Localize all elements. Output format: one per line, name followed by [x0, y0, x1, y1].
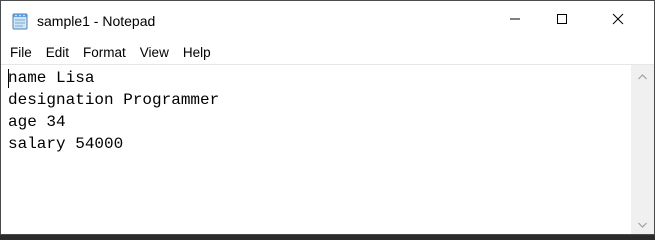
editor-line: age 34 [8, 113, 66, 131]
menu-file[interactable]: File [4, 42, 38, 64]
menu-bar: File Edit Format View Help [1, 41, 654, 64]
menu-help[interactable]: Help [177, 42, 217, 64]
editor-line: designation Programmer [8, 91, 220, 109]
menu-format[interactable]: Format [77, 42, 132, 64]
maximize-icon [556, 12, 568, 30]
editor-line: salary 54000 [8, 135, 124, 153]
text-caret [8, 69, 9, 88]
text-editor[interactable]: name Lisa designation Programmer age 34 … [1, 64, 631, 234]
scroll-up-button[interactable] [631, 67, 654, 84]
editor-line: name Lisa [8, 69, 95, 87]
notepad-window: sample1 - Notepad File Edit Format View … [0, 0, 655, 235]
vertical-scrollbar[interactable] [631, 64, 654, 234]
close-button[interactable] [595, 1, 641, 41]
menu-edit[interactable]: Edit [40, 42, 75, 64]
maximize-button[interactable] [539, 1, 585, 41]
chevron-down-icon [638, 215, 647, 233]
notepad-icon [11, 12, 29, 30]
chevron-up-icon [638, 67, 647, 85]
title-bar[interactable]: sample1 - Notepad [1, 1, 654, 41]
minimize-icon [509, 12, 521, 30]
scroll-down-button[interactable] [631, 215, 654, 232]
minimize-button[interactable] [492, 1, 538, 41]
window-title: sample1 - Notepad [37, 13, 156, 29]
menu-view[interactable]: View [134, 42, 175, 64]
close-icon [612, 12, 624, 30]
